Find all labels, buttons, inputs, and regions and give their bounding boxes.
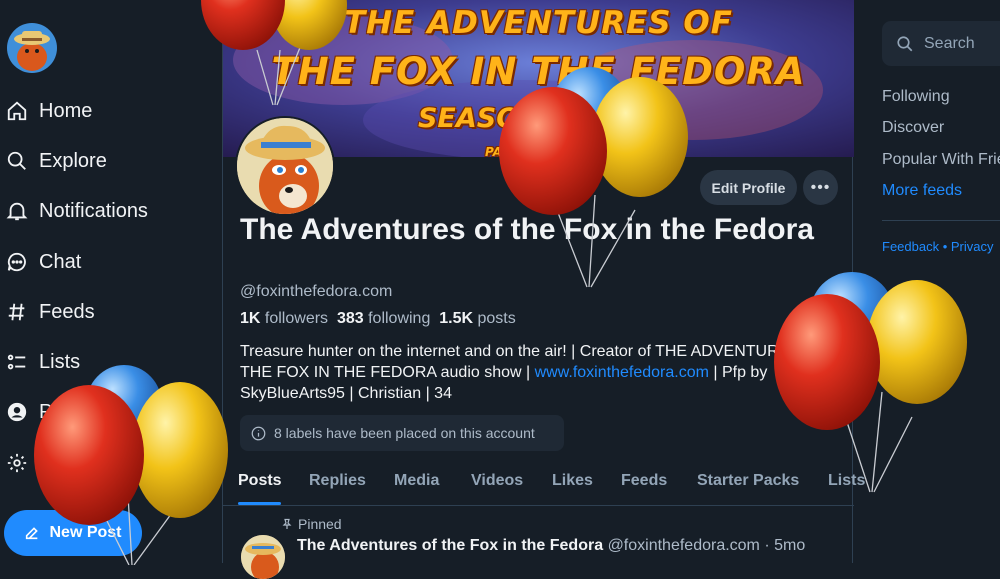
gear-icon <box>7 453 27 473</box>
following-label: following <box>368 310 431 327</box>
posts-label: posts <box>477 310 516 327</box>
pin-icon <box>282 518 292 529</box>
user-avatar[interactable] <box>7 23 57 73</box>
nav-settings-label: Settings <box>39 451 112 474</box>
profile-display-name: The Adventures of the Fox in the Fedora <box>240 213 814 246</box>
nav-home[interactable]: Home <box>6 97 92 125</box>
more-dots-icon: ••• <box>810 178 831 196</box>
feed-link-discover[interactable]: Discover <box>882 119 944 137</box>
edit-profile-button[interactable]: Edit Profile <box>700 170 797 205</box>
post-header: The Adventures of the Fox in the Fedora … <box>297 537 805 555</box>
nav-chat-label: Chat <box>39 250 82 273</box>
feed-link-following[interactable]: Following <box>882 88 950 106</box>
search-icon <box>897 35 913 51</box>
search-placeholder: Search <box>924 34 975 52</box>
nav-settings[interactable]: Settings <box>6 449 111 477</box>
footer-separator: • <box>939 239 951 254</box>
nav-notifications[interactable]: Notifications <box>6 197 148 225</box>
tab-feeds[interactable]: Feeds <box>621 472 667 490</box>
search-icon <box>7 151 26 170</box>
nav-chat[interactable]: Chat <box>6 248 81 276</box>
labels-notice-text: 8 labels have been placed on this accoun… <box>274 425 535 441</box>
nav-feeds[interactable]: Feeds <box>6 298 95 326</box>
nav-lists[interactable]: Lists <box>6 348 80 376</box>
post-author-avatar[interactable] <box>241 535 285 579</box>
following-count: 383 <box>336 310 364 327</box>
pinned-label: Pinned <box>298 516 342 532</box>
nav-profile-label: Profile <box>39 400 96 423</box>
home-icon <box>7 101 27 121</box>
chat-icon <box>7 252 26 272</box>
banner-title-line2: THE FOX IN THE FEDORA <box>271 50 806 93</box>
nav-notifications-label: Notifications <box>39 199 148 222</box>
tab-likes[interactable]: Likes <box>552 472 593 490</box>
posts-count: 1.5K <box>439 310 474 327</box>
search-input[interactable]: Search <box>882 21 1000 66</box>
new-post-button[interactable]: New Post <box>4 510 142 556</box>
profile-handle: @foxinthefedora.com <box>240 283 393 300</box>
bell-icon <box>6 202 28 221</box>
profile-tabs: Posts Replies Media Videos Likes Feeds S… <box>223 462 865 506</box>
profile-bio: Treasure hunter on the internet and on t… <box>240 341 840 404</box>
tab-videos[interactable]: Videos <box>471 472 523 490</box>
tab-media[interactable]: Media <box>394 472 439 490</box>
right-footer: Feedback • Privacy <box>882 239 994 254</box>
new-post-label: New Post <box>49 524 122 541</box>
nav-home-label: Home <box>39 99 93 122</box>
post-author-handle[interactable]: @foxinthefedora.com <box>608 537 760 554</box>
tab-posts[interactable]: Posts <box>238 472 282 490</box>
following-stat[interactable]: 383 following <box>337 310 430 327</box>
active-tab-indicator <box>238 502 281 505</box>
tab-replies[interactable]: Replies <box>309 472 366 490</box>
nav-explore[interactable]: Explore <box>6 147 107 175</box>
hash-icon <box>8 303 25 321</box>
right-divider <box>882 220 1000 221</box>
nav-lists-label: Lists <box>39 350 81 373</box>
info-icon <box>251 426 266 440</box>
profile-stats: 1K followers 383 following 1.5K posts <box>240 310 516 328</box>
followers-label: followers <box>264 310 329 327</box>
feed-link-popular-with-friends[interactable]: Popular With Friends <box>882 151 1000 169</box>
left-navigation: Home Explore Notifications Chat Feeds Li… <box>0 0 222 563</box>
post-timestamp[interactable]: · 5mo <box>760 537 805 554</box>
user-icon <box>7 402 27 422</box>
nav-explore-label: Explore <box>39 149 107 172</box>
nav-profile[interactable]: Profile <box>6 398 96 426</box>
bio-website-link[interactable]: www.foxinthefedora.com <box>535 364 709 381</box>
post-author-name[interactable]: The Adventures of the Fox in the Fedora <box>297 537 603 554</box>
followers-stat[interactable]: 1K followers <box>240 310 328 327</box>
tab-lists[interactable]: Lists <box>828 472 865 490</box>
labels-notice[interactable]: 8 labels have been placed on this accoun… <box>240 415 564 451</box>
profile-column: THE ADVENTURES OF THE FOX IN THE FEDORA … <box>222 0 865 579</box>
privacy-link[interactable]: Privacy <box>951 239 994 254</box>
pinned-indicator: Pinned <box>281 516 342 532</box>
list-icon <box>7 354 26 370</box>
profile-avatar[interactable] <box>235 116 335 216</box>
banner-title-line1: THE ADVENTURES OF <box>344 5 733 41</box>
nav-feeds-label: Feeds <box>39 300 95 323</box>
followers-count: 1K <box>240 310 261 327</box>
feedback-link[interactable]: Feedback <box>882 239 939 254</box>
compose-icon <box>26 527 39 540</box>
more-options-button[interactable]: ••• <box>803 170 838 205</box>
tab-starter-packs[interactable]: Starter Packs <box>697 472 799 490</box>
more-feeds-link[interactable]: More feeds <box>882 182 962 200</box>
